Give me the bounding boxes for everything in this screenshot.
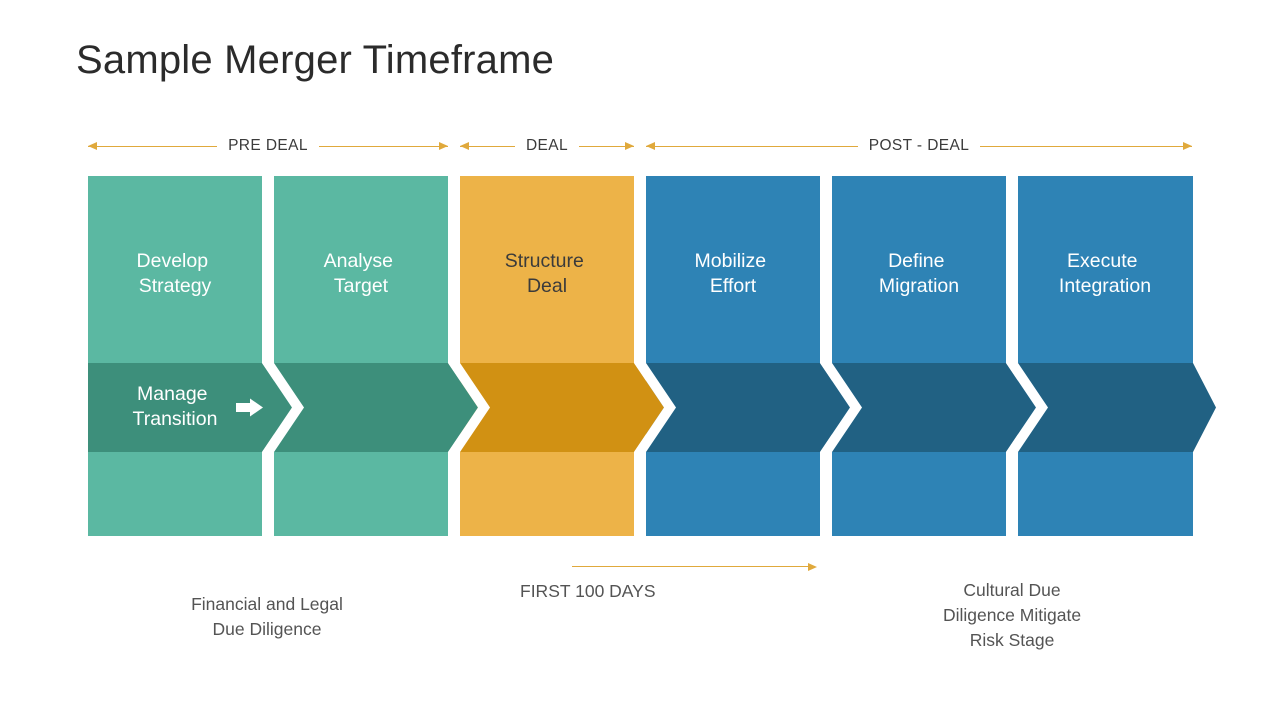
band-label-line1: Manage	[137, 383, 207, 405]
phase-arrow-line-right	[980, 142, 1192, 150]
phase-arrow-line-left	[646, 142, 858, 150]
stage-column-execute-integration[interactable]	[1018, 176, 1193, 536]
stage-label-line1: Execute	[1067, 250, 1137, 272]
column-gap	[820, 176, 832, 363]
stage-column-analyse-target[interactable]	[274, 176, 448, 536]
stage-label-line1: Define	[888, 250, 944, 272]
phase-label-deal: DEAL	[525, 137, 569, 155]
arrow-left-icon	[88, 142, 97, 150]
column-gap	[1006, 452, 1018, 536]
chevron-segment-mobilize-effort[interactable]	[646, 363, 850, 452]
chevron-segment-structure-deal[interactable]	[460, 363, 664, 452]
phase-arrow-line-right	[579, 142, 634, 150]
phase-pre-deal: PRE DEAL	[88, 132, 448, 160]
first-100-days-arrow	[572, 561, 817, 573]
phase-arrow-line-right	[318, 142, 448, 150]
band-label-line2: Transition	[133, 408, 218, 430]
stage-label-line2: Deal	[527, 275, 567, 297]
column-gap	[634, 452, 646, 536]
phase-arrow-line-left	[88, 142, 218, 150]
footnote-financial-legal: Financial and Legal Due Diligence	[191, 594, 343, 639]
stage-label-line2: Strategy	[139, 275, 212, 297]
stage-label-line2: Migration	[879, 275, 959, 297]
column-gap	[448, 176, 460, 363]
stage-label-line1: Analyse	[324, 250, 393, 272]
arrow-right-icon	[808, 563, 817, 571]
column-gap	[820, 452, 832, 536]
phase-arrow-line-left	[460, 142, 515, 150]
footnote-first-100-days: FIRST 100 DAYS	[520, 581, 656, 601]
stage-label-line1: Develop	[137, 250, 209, 272]
stage-label-line2: Target	[334, 275, 389, 297]
stage-column-mobilize-effort[interactable]	[646, 176, 820, 536]
phase-post-deal: POST - DEAL	[646, 132, 1192, 160]
arrow-right-icon	[625, 142, 634, 150]
arrow-right-icon	[1183, 142, 1192, 150]
stage-label-line2: Effort	[710, 275, 757, 297]
stage-label-line2: Integration	[1059, 275, 1151, 297]
phase-label-pre-deal: PRE DEAL	[228, 137, 308, 155]
column-gap	[448, 452, 460, 536]
slide-canvas: Sample Merger Timeframe PRE DEAL DEAL PO…	[0, 0, 1280, 720]
arrow-right-icon	[439, 142, 448, 150]
column-gap	[634, 176, 646, 363]
arrow-left-icon	[460, 142, 469, 150]
footnote-cultural-due: Cultural Due Diligence Mitigate Risk Sta…	[942, 580, 1082, 650]
chevron-segment-analyse-target[interactable]	[274, 363, 478, 452]
arrow-left-icon	[646, 142, 655, 150]
arrow-line	[572, 566, 808, 567]
column-gap	[1006, 176, 1018, 363]
chevron-segment-define-migration[interactable]	[832, 363, 1036, 452]
stage-column-structure-deal[interactable]	[460, 176, 634, 536]
phase-deal: DEAL	[460, 132, 634, 160]
stage-label-line1: Mobilize	[695, 250, 767, 272]
page-title: Sample Merger Timeframe	[76, 38, 555, 82]
column-gap	[262, 452, 274, 536]
stage-column-develop-strategy[interactable]	[88, 176, 262, 536]
stage-label-line1: Structure	[505, 250, 584, 272]
stage-column-define-migration[interactable]	[832, 176, 1006, 536]
phase-arrow-row: PRE DEAL DEAL POST - DEAL	[0, 132, 1280, 160]
column-gap	[262, 176, 274, 363]
chevron-diagram: Develop Strategy Analyse Target Structur…	[0, 176, 1280, 536]
phase-label-post-deal: POST - DEAL	[868, 137, 970, 155]
